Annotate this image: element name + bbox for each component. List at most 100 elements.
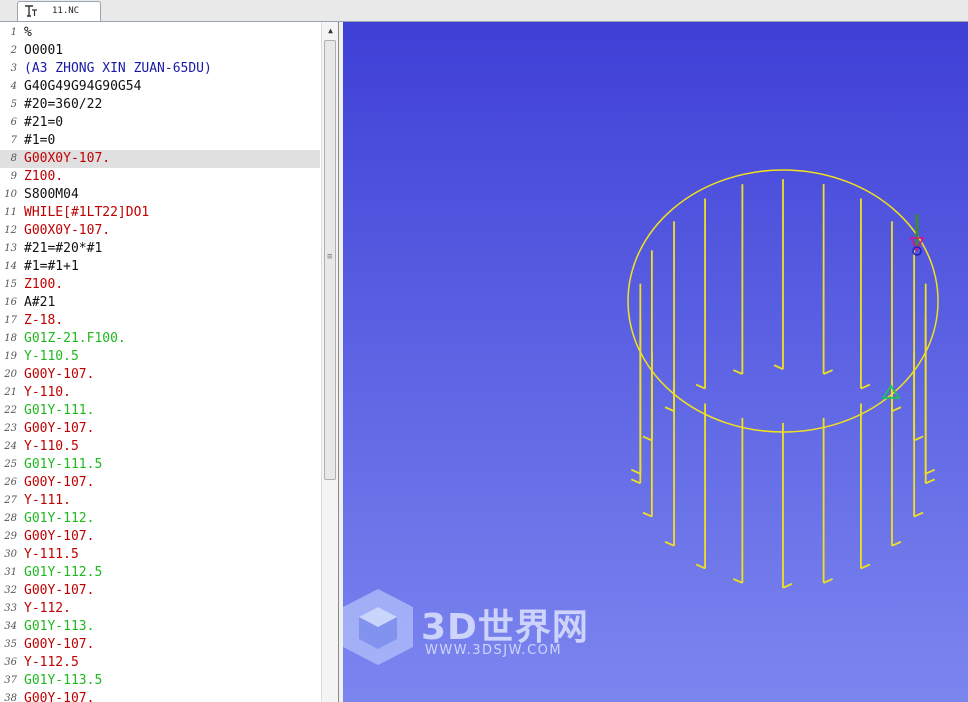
code-line[interactable]: 35 G00Y-107. <box>0 636 320 654</box>
code-text: #21=#20*#1 <box>24 241 103 256</box>
line-number: 16 <box>4 297 17 308</box>
code-line[interactable]: 37 G01Y-113.5 <box>0 672 320 690</box>
line-number: 2 <box>10 45 17 56</box>
code-text: WHILE[#1LT22]DO1 <box>24 205 150 220</box>
drill-tick-line <box>664 406 675 413</box>
scroll-up-arrow-icon[interactable]: ▲ <box>322 22 338 40</box>
code-line[interactable]: 28 G01Y-112. <box>0 510 320 528</box>
drill-tick-line <box>823 578 833 584</box>
line-number: 14 <box>4 261 17 272</box>
code-text: Y-111.5 <box>24 547 79 562</box>
code-line[interactable]: 19 Y-110.5 <box>0 348 320 366</box>
code-line[interactable]: 22 G01Y-111. <box>0 402 320 420</box>
code-line[interactable]: 3 (A3 ZHONG XIN ZUAN-65DU) <box>0 60 320 78</box>
line-number: 28 <box>4 513 17 524</box>
code-text: O0001 <box>24 43 64 58</box>
code-text: G00Y-107. <box>24 637 95 652</box>
code-line[interactable]: 25 G01Y-111.5 <box>0 456 320 474</box>
code-line[interactable]: 16 A#21 <box>0 294 320 312</box>
code-text: Y-110.5 <box>24 439 79 454</box>
code-line[interactable]: 32 G00Y-107. <box>0 582 320 600</box>
code-line[interactable]: 11 WHILE[#1LT22]DO1 <box>0 204 320 222</box>
code-text: Y-111. <box>24 493 71 508</box>
code-line[interactable]: 26 G00Y-107. <box>0 474 320 492</box>
scrollbar-thumb[interactable]: ≡ <box>324 40 336 480</box>
line-number: 18 <box>4 333 17 344</box>
nc-code-editor[interactable]: 1% 2 O0001 3 (A3 ZHONG XIN ZUAN-65DU) 4 G40G49… <box>0 22 339 702</box>
code-line[interactable]: 12 G00X0Y-107. <box>0 222 320 240</box>
drill-tick-line <box>642 511 653 518</box>
code-line[interactable]: 15 Z100. <box>0 276 320 294</box>
line-number: 34 <box>4 621 17 632</box>
code-line[interactable]: 29 G00Y-107. <box>0 528 320 546</box>
code-line[interactable]: 27 Y-111. <box>0 492 320 510</box>
code-text: Z-18. <box>24 313 64 328</box>
drill-tick-line <box>925 478 936 485</box>
line-number: 3 <box>10 63 17 74</box>
code-text: G40G49G94G90G54 <box>24 79 142 94</box>
code-line[interactable]: 18 G01Z-21.F100. <box>0 330 320 348</box>
tab-11-nc[interactable]: 11.NC <box>17 1 101 21</box>
code-text: (A3 ZHONG XIN ZUAN-65DU) <box>24 61 212 76</box>
code-line[interactable]: 7 #1=0 <box>0 132 320 150</box>
code-line[interactable]: 8 G00X0Y-107. <box>0 150 320 168</box>
drill-tick-line <box>860 563 871 570</box>
code-text: G01Y-113. <box>24 619 95 634</box>
vertical-scrollbar[interactable]: ▲ ≡ <box>321 22 338 702</box>
code-line[interactable]: 5 #20=360/22 <box>0 96 320 114</box>
code-line[interactable]: 33 Y-112. <box>0 600 320 618</box>
code-line[interactable]: 24 Y-110.5 <box>0 438 320 456</box>
drill-tick-line <box>733 578 743 584</box>
line-number: 36 <box>4 657 17 668</box>
code-line[interactable]: 38 G00Y-107. <box>0 690 320 702</box>
code-text: #1=#1+1 <box>24 259 79 274</box>
code-text: #21=0 <box>24 115 64 130</box>
code-text: A#21 <box>24 295 56 310</box>
code-text: G01Y-112.5 <box>24 565 103 580</box>
code-line[interactable]: 36 Y-112.5 <box>0 654 320 672</box>
line-number: 20 <box>4 369 17 380</box>
line-number: 23 <box>4 423 17 434</box>
code-line[interactable]: 4 G40G49G94G90G54 <box>0 78 320 96</box>
watermark-subtitle: WWW.3DSJW.COM <box>425 643 563 658</box>
code-text: G01Y-113.5 <box>24 673 103 688</box>
line-number: 32 <box>4 585 17 596</box>
code-text: G01Y-111. <box>24 403 95 418</box>
code-line[interactable]: 20 G00Y-107. <box>0 366 320 384</box>
drill-tick-line <box>695 383 706 390</box>
document-tab-bar: 11.NC <box>0 0 968 22</box>
code-text: % <box>24 25 32 40</box>
code-text: Z100. <box>24 169 64 184</box>
code-line[interactable]: 31 G01Y-112.5 <box>0 564 320 582</box>
code-line[interactable]: 14 #1=#1+1 <box>0 258 320 276</box>
code-line[interactable]: 17 Z-18. <box>0 312 320 330</box>
line-number: 33 <box>4 603 17 614</box>
code-line[interactable]: 13 #21=#20*#1 <box>0 240 320 258</box>
line-number: 17 <box>4 315 17 326</box>
code-lines: 1% 2 O0001 3 (A3 ZHONG XIN ZUAN-65DU) 4 G40G49… <box>0 24 320 702</box>
drill-tick-line <box>773 364 784 370</box>
drill-tick-line <box>891 540 902 547</box>
line-number: 38 <box>4 693 17 702</box>
code-line[interactable]: 9 Z100. <box>0 168 320 186</box>
code-text: G00Y-107. <box>24 583 95 598</box>
line-number: 27 <box>4 495 17 506</box>
line-number: 15 <box>4 279 17 290</box>
code-line[interactable]: 23 G00Y-107. <box>0 420 320 438</box>
line-number: 6 <box>10 117 17 128</box>
code-line[interactable]: 2 O0001 <box>0 42 320 60</box>
code-line[interactable]: 1% <box>0 24 320 42</box>
watermark-logo: 3D世界网 WWW.3DSJW.COM <box>341 583 611 683</box>
line-number: 13 <box>4 243 17 254</box>
code-line[interactable]: 30 Y-111.5 <box>0 546 320 564</box>
code-line[interactable]: 21 Y-110. <box>0 384 320 402</box>
code-line[interactable]: 10 S800M04 <box>0 186 320 204</box>
code-line[interactable]: 6 #21=0 <box>0 114 320 132</box>
drill-tick-line <box>913 511 924 518</box>
line-number: 7 <box>10 135 17 146</box>
code-line[interactable]: 34 G01Y-113. <box>0 618 320 636</box>
line-number: 9 <box>10 171 17 182</box>
code-text: G00Y-107. <box>24 421 95 436</box>
tab-label: 11.NC <box>52 6 80 16</box>
code-text: G00Y-107. <box>24 691 95 702</box>
